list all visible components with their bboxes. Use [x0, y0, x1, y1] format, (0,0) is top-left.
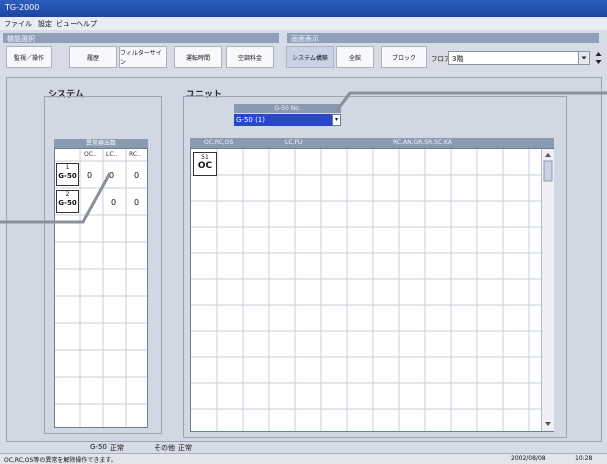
g50-status-label: G-50: [90, 443, 107, 451]
other-status-label: その他: [154, 444, 175, 452]
g50-status-value: 正常: [110, 444, 124, 452]
other-status-value: 正常: [178, 444, 192, 452]
status-bar: OC,RC,OS等の異常を解除操作できます。 2002/08/08 10:28: [0, 453, 607, 464]
status-date: 2002/08/08: [511, 455, 546, 462]
status-time: 10:28: [575, 455, 593, 462]
status-row: G-50 正常 その他 正常: [6, 443, 602, 452]
callout-lines: [0, 91, 607, 224]
